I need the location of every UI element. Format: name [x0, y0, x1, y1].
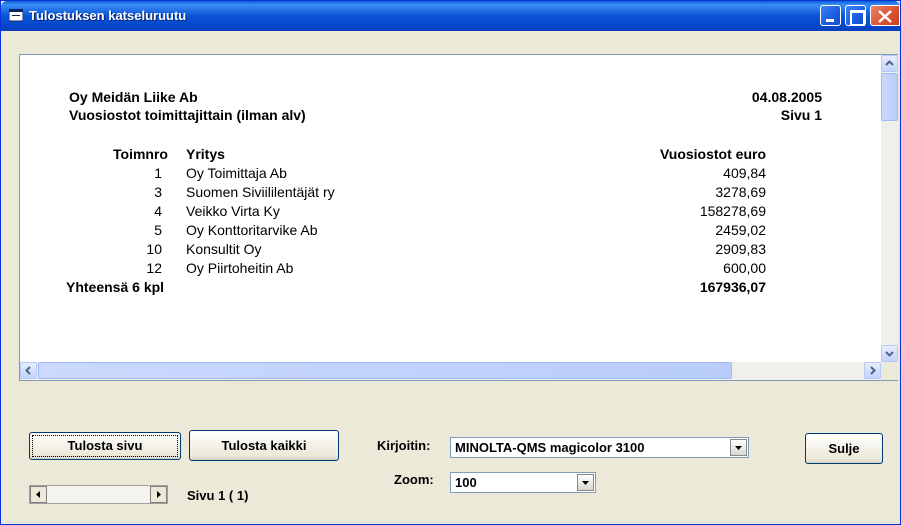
printer-select[interactable]: MINOLTA-QMS magicolor 3100 — [450, 437, 749, 458]
triangle-right-icon — [157, 491, 161, 498]
chevron-down-icon — [582, 481, 589, 485]
printer-value: MINOLTA-QMS magicolor 3100 — [455, 440, 645, 455]
zoom-label: Zoom: — [394, 472, 434, 487]
report-date: 04.08.2005 — [751, 89, 822, 105]
row-name: Oy Konttoritarvike Ab — [186, 222, 318, 238]
company-name: Oy Meidän Liike Ab — [69, 89, 198, 105]
row-id: 1 — [154, 165, 162, 181]
report-subtitle: Vuosiostot toimittajittain (ilman alv) — [69, 107, 306, 123]
row-name: Oy Toimittaja Ab — [186, 165, 287, 181]
zoom-value: 100 — [455, 475, 477, 490]
row-id: 12 — [146, 260, 162, 276]
column-header-amount: Vuosiostot euro — [659, 146, 766, 162]
column-header-id: Toimnro — [113, 146, 168, 162]
chevron-up-icon — [885, 60, 894, 66]
row-name: Veikko Virta Ky — [186, 203, 280, 219]
print-page-button[interactable]: Tulosta sivu — [29, 432, 181, 460]
report-page-number: Sivu 1 — [780, 107, 822, 123]
row-amount: 158278,69 — [699, 203, 766, 219]
close-button[interactable]: Sulje — [805, 433, 883, 464]
total-label: Yhteensä 6 kpl — [66, 279, 165, 295]
maximize-button[interactable] — [845, 5, 866, 26]
page-navigator[interactable] — [29, 485, 168, 504]
chevron-left-icon — [25, 366, 31, 375]
chevron-right-icon — [870, 366, 876, 375]
horizontal-scroll-thumb[interactable] — [38, 362, 732, 379]
previous-page-button[interactable] — [30, 486, 47, 503]
close-window-button[interactable] — [870, 5, 900, 26]
chevron-down-icon — [885, 351, 894, 357]
print-preview-window: Tulostuksen katseluruutu Oy Meidän Liike… — [0, 0, 901, 525]
column-header-name: Yritys — [186, 146, 225, 162]
row-id: 4 — [154, 203, 162, 219]
vertical-scroll-thumb[interactable] — [881, 73, 898, 121]
row-amount: 2459,02 — [715, 222, 766, 238]
triangle-left-icon — [36, 491, 40, 498]
page-status: Sivu 1 ( 1) — [187, 488, 249, 503]
app-icon — [9, 9, 23, 22]
minimize-button[interactable] — [820, 5, 841, 26]
close-icon — [878, 10, 892, 23]
vertical-scrollbar[interactable] — [881, 55, 898, 362]
printer-label: Kirjoitin: — [377, 438, 431, 453]
row-amount: 2909,83 — [715, 241, 766, 257]
scroll-up-button[interactable] — [881, 55, 898, 72]
window-title: Tulostuksen katseluruutu — [29, 8, 187, 23]
total-amount: 167936,07 — [699, 279, 766, 295]
scroll-left-button[interactable] — [20, 362, 37, 379]
row-id: 10 — [146, 241, 162, 257]
row-name: Suomen Siviililentäjät ry — [186, 184, 335, 200]
row-amount: 409,84 — [723, 165, 766, 181]
title-bar[interactable]: Tulostuksen katseluruutu — [1, 1, 900, 31]
zoom-select[interactable]: 100 — [450, 472, 596, 493]
scroll-down-button[interactable] — [881, 345, 898, 362]
scrollbar-corner — [881, 362, 898, 380]
scroll-right-button[interactable] — [864, 362, 881, 379]
zoom-dropdown-button[interactable] — [577, 474, 594, 491]
close-label: Sulje — [828, 441, 860, 456]
row-amount: 3278,69 — [715, 184, 766, 200]
row-id: 5 — [154, 222, 162, 238]
row-name: Konsultit Oy — [186, 241, 262, 257]
row-name: Oy Piirtoheitin Ab — [186, 260, 294, 276]
horizontal-scrollbar[interactable] — [20, 362, 881, 380]
report-page: Oy Meidän Liike Ab Vuosiostot toimittaji… — [20, 55, 881, 362]
print-all-label: Tulosta kaikki — [221, 438, 307, 453]
next-page-button[interactable] — [150, 486, 167, 503]
printer-dropdown-button[interactable] — [730, 439, 747, 456]
chevron-down-icon — [735, 446, 742, 450]
print-page-label: Tulosta sivu — [67, 438, 143, 453]
row-amount: 600,00 — [723, 260, 766, 276]
report-preview: Oy Meidän Liike Ab Vuosiostot toimittaji… — [19, 54, 898, 381]
print-all-button[interactable]: Tulosta kaikki — [189, 430, 339, 461]
row-id: 3 — [154, 184, 162, 200]
